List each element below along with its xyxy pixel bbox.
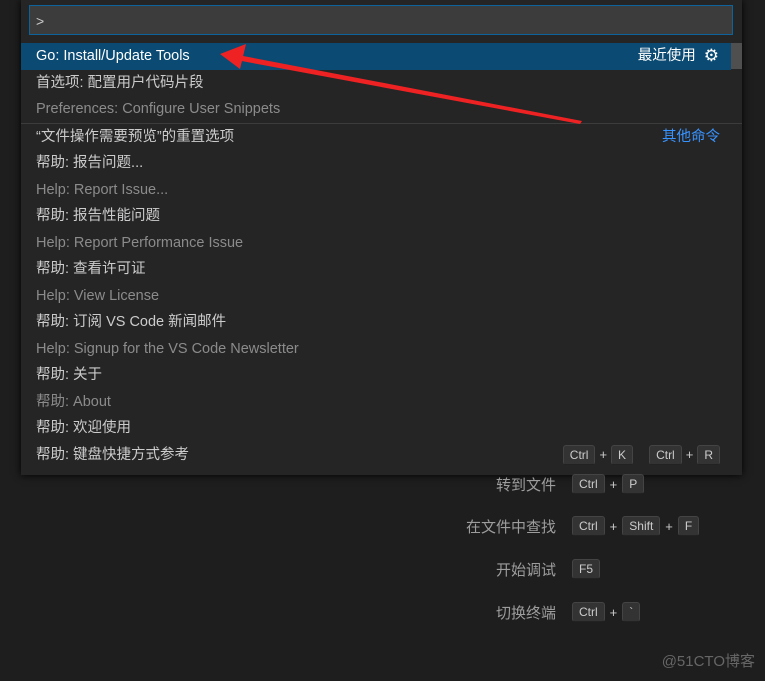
plus: +	[609, 604, 618, 620]
command-item[interactable]: “文件操作需要预览”的重置选项 其他命令	[21, 122, 742, 151]
command-label: Help: Report Issue...	[36, 181, 169, 198]
plus: +	[599, 446, 608, 462]
command-label: 首选项: 配置用户代码片段	[36, 74, 204, 91]
command-item[interactable]: 帮助: 报告性能问题	[21, 203, 742, 230]
command-item-detail[interactable]: Help: Signup for the VS Code Newsletter	[21, 336, 742, 363]
command-item-detail[interactable]: Preferences: Configure User Snippets	[21, 96, 742, 123]
command-item-detail[interactable]: Help: View License	[21, 283, 742, 310]
plus: +	[685, 446, 694, 462]
command-item[interactable]: 帮助: 关于	[21, 362, 742, 389]
command-item[interactable]: 帮助: 订阅 VS Code 新闻邮件	[21, 309, 742, 336]
plus: +	[609, 476, 618, 492]
command-item[interactable]: 帮助: 报告问题...	[21, 150, 742, 177]
command-item-detail[interactable]: Help: Report Issue...	[21, 177, 742, 204]
command-label: 帮助: 欢迎使用	[36, 420, 132, 436]
key: F5	[572, 559, 601, 579]
key: Ctrl	[572, 474, 605, 494]
command-input[interactable]: >	[29, 5, 733, 35]
key: F	[677, 516, 700, 536]
command-label: 帮助: 订阅 VS Code 新闻邮件	[36, 314, 227, 330]
shortcut-label: 在文件中查找	[465, 518, 556, 536]
watermark: @51CTO博客	[661, 653, 755, 670]
command-label: Preferences: Configure User Snippets	[36, 101, 281, 117]
key: P	[622, 474, 645, 494]
shortcut-start-debugging: 开始调试 F5	[496, 559, 601, 579]
key: Ctrl	[562, 444, 596, 465]
shortcut-label: 开始调试	[495, 561, 556, 579]
command-list: Go: Install/Update Tools 最近使用 ⚙ 首选项: 配置用户…	[21, 43, 742, 468]
command-label: Help: Signup for the VS Code Newsletter	[36, 340, 299, 357]
command-item[interactable]: Go: Install/Update Tools 最近使用 ⚙	[21, 43, 731, 70]
command-label: 帮助: 报告问题...	[36, 155, 144, 171]
shortcut-find-in-files: 在文件中查找 Ctrl + Shift + F	[466, 516, 700, 536]
command-label: Go: Install/Update Tools	[36, 48, 190, 64]
plus: +	[665, 518, 673, 534]
command-item-detail[interactable]: Help: Report Performance Issue	[21, 230, 742, 257]
plus: +	[609, 518, 618, 534]
other-commands-label: 其他命令	[662, 128, 720, 145]
key: R	[697, 444, 720, 465]
command-label: Help: Report Performance Issue	[36, 234, 244, 251]
key: Shift	[622, 516, 661, 536]
shortcut-label: 转到文件	[495, 476, 556, 494]
command-label: 帮助: 关于	[36, 367, 103, 383]
command-label: 帮助: 报告性能问题	[36, 208, 161, 224]
command-label: 帮助: About	[36, 393, 111, 410]
scrollbar[interactable]	[731, 43, 742, 69]
command-item[interactable]: 帮助: 键盘快捷方式参考 Ctrl + K Ctrl + R	[21, 442, 742, 469]
gear-icon[interactable]: ⚙	[704, 43, 719, 70]
shortcut-label: 切换终端	[495, 604, 556, 622]
key: Ctrl	[572, 516, 605, 536]
key: `	[622, 602, 641, 622]
command-label: Help: View License	[36, 287, 160, 304]
key: Ctrl	[649, 444, 682, 465]
shortcut-go-to-file: 转到文件 Ctrl + P	[496, 474, 645, 494]
command-item[interactable]: 帮助: 查看许可证	[21, 256, 742, 283]
key: Ctrl	[572, 602, 605, 622]
command-item-detail[interactable]: 帮助: About	[21, 389, 742, 416]
command-label: 帮助: 查看许可证	[36, 261, 146, 277]
command-label: “文件操作需要预览”的重置选项	[36, 128, 235, 145]
command-item[interactable]: 首选项: 配置用户代码片段	[21, 70, 742, 97]
keybinding: Ctrl + K Ctrl + R	[562, 442, 720, 469]
command-item[interactable]: 帮助: 欢迎使用	[21, 415, 742, 442]
command-label: 帮助: 键盘快捷方式参考	[36, 446, 190, 463]
command-palette: > Go: Install/Update Tools 最近使用 ⚙ 首选项: 配置…	[21, 0, 742, 475]
shortcut-toggle-terminal: 切换终端 Ctrl + `	[496, 602, 641, 622]
recently-used-label: 最近使用	[637, 48, 696, 64]
key: K	[611, 444, 634, 465]
